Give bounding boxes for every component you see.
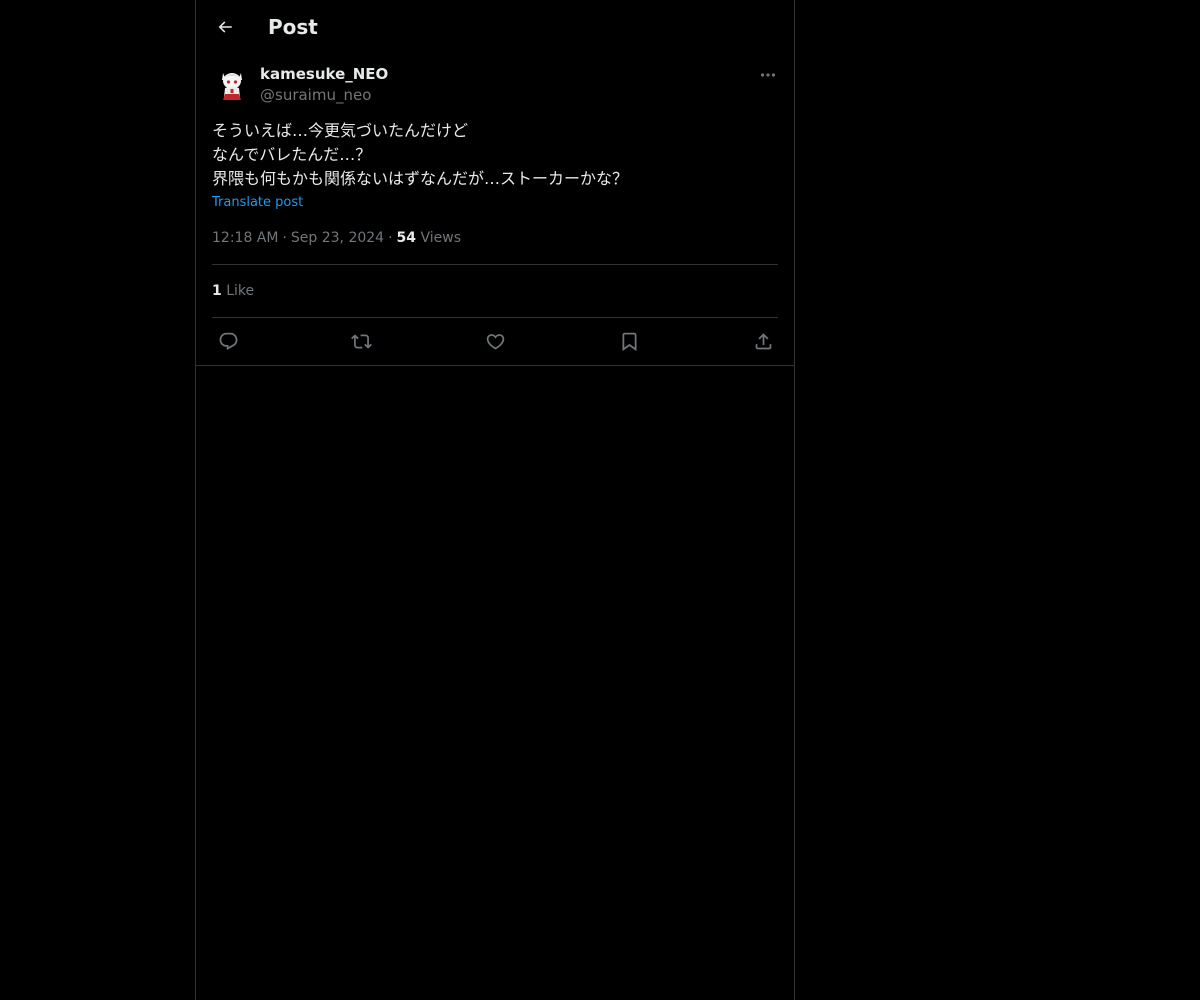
header-bar: Post — [196, 0, 794, 53]
avatar-icon — [212, 64, 252, 104]
post-bottom-border — [196, 365, 794, 366]
reply-button[interactable] — [212, 325, 244, 357]
repost-icon — [350, 331, 373, 352]
reply-icon — [218, 331, 239, 352]
more-horizontal-icon — [760, 72, 776, 78]
page-title: Post — [268, 15, 318, 39]
post-date[interactable]: Sep 23, 2024 — [291, 230, 384, 246]
post-meta: 12:18 AM · Sep 23, 2024 · 54 Views — [212, 228, 461, 248]
post-text-line: なんでバレたんだ…？ — [212, 145, 372, 164]
repost-button[interactable] — [345, 325, 377, 357]
divider — [212, 264, 778, 265]
post-text: そういえば…今更気づいたんだけど なんでバレたんだ…？ 界隈も何もかも関係ないは… — [212, 119, 778, 191]
post-text-line: 界隈も何もかも関係ないはずなんだが…ストーカーかな？ — [212, 169, 629, 188]
bookmark-icon — [619, 331, 640, 352]
divider — [212, 317, 778, 318]
post-text-line: そういえば…今更気づいたんだけど — [212, 121, 469, 140]
action-bar — [212, 325, 778, 357]
likes-count: 1 — [212, 283, 222, 299]
back-button[interactable] — [208, 10, 242, 44]
share-icon — [753, 331, 774, 352]
likes-link[interactable]: 1 Like — [212, 281, 254, 301]
likes-label: Like — [226, 283, 255, 299]
translate-post-link[interactable]: Translate post — [212, 194, 303, 212]
avatar[interactable] — [212, 64, 252, 104]
more-options-button[interactable] — [756, 64, 780, 86]
views-label: Views — [420, 230, 462, 246]
like-button[interactable] — [479, 325, 511, 357]
post-time[interactable]: 12:18 AM — [212, 230, 278, 246]
author-handle[interactable]: @suraimu_neo — [260, 85, 371, 105]
bookmark-button[interactable] — [613, 325, 645, 357]
like-icon — [485, 331, 506, 352]
post-column: Post kamesuke_NEO @suraimu_neo そういえば…今更気… — [195, 0, 795, 1000]
share-button[interactable] — [747, 325, 779, 357]
meta-separator: · — [388, 230, 393, 246]
author-display-name[interactable]: kamesuke_NEO — [260, 64, 388, 84]
meta-separator: · — [282, 230, 287, 246]
views-count: 54 — [396, 230, 417, 246]
arrow-left-icon — [216, 18, 234, 36]
